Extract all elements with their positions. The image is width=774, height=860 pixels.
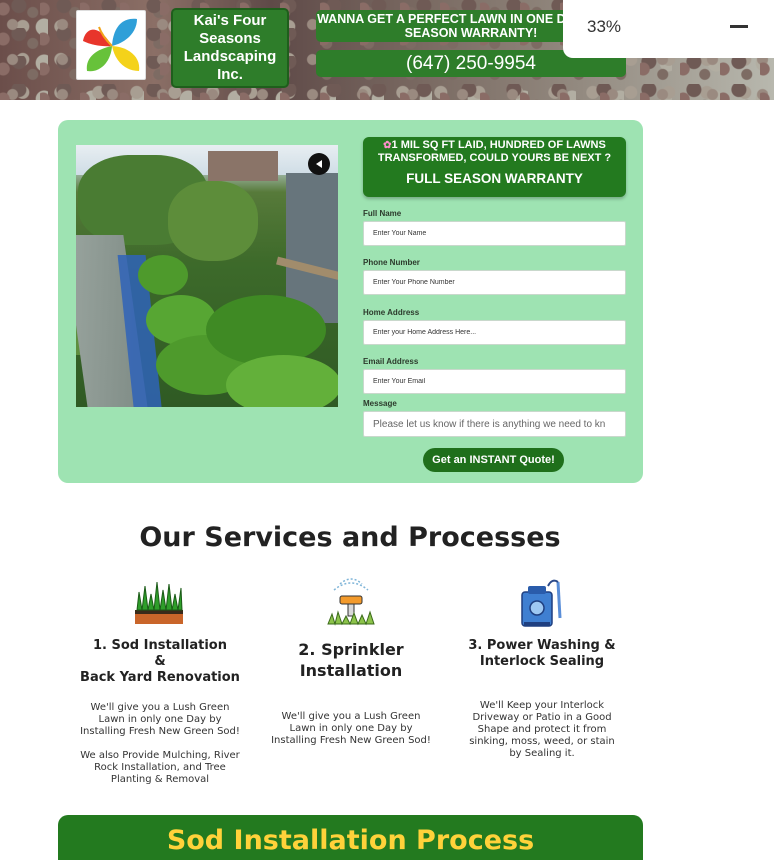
pinwheel-leaf-logo-icon xyxy=(83,18,140,72)
mute-icon[interactable] xyxy=(308,153,330,175)
service-description: We'll give you a Lush Green Lawn in only… xyxy=(271,711,431,746)
service-sod-installation: 1. Sod Installation & Back Yard Renovati… xyxy=(80,638,240,786)
service-power-washing: 3. Power Washing & Interlock Sealing We'… xyxy=(462,638,622,760)
form-heading: ✿1 MIL SQ FT LAID, HUNDRED OF LAWNS TRAN… xyxy=(363,137,626,197)
sod-grass-icon xyxy=(133,580,185,630)
service-description: We'll give you a Lush Green Lawn in only… xyxy=(80,702,240,785)
form-heading-line1: 1 MIL SQ FT LAID, HUNDRED OF LAWNS TRANS… xyxy=(377,139,612,164)
service-description: We'll Keep your Interlock Driveway or Pa… xyxy=(469,700,615,759)
full-name-input[interactable] xyxy=(363,221,626,246)
quote-form-card: ✿1 MIL SQ FT LAID, HUNDRED OF LAWNS TRAN… xyxy=(58,120,643,483)
minus-icon[interactable] xyxy=(730,16,750,36)
service-sprinkler-installation: 2. Sprinkler Installation We'll give you… xyxy=(270,639,432,747)
get-quote-button[interactable]: Get an INSTANT Quote! xyxy=(423,448,564,472)
process-heading: Sod Installation Process xyxy=(166,825,535,856)
home-address-input[interactable] xyxy=(363,320,626,345)
message-input[interactable] xyxy=(363,411,626,437)
company-name: Kai's Four Seasons Landscaping Inc. xyxy=(171,8,289,88)
progress-panel: 33% xyxy=(563,0,774,58)
promo-video[interactable] xyxy=(76,145,338,407)
site-header: Kai's Four Seasons Landscaping Inc. WANN… xyxy=(0,0,774,100)
progress-percentage: 33% xyxy=(587,17,622,36)
pressure-washer-icon xyxy=(518,578,566,632)
full-name-label: Full Name xyxy=(363,209,402,218)
flower-icon: ✿ xyxy=(383,140,392,151)
home-address-label: Home Address xyxy=(363,308,420,317)
email-address-label: Email Address xyxy=(363,357,419,366)
sprinkler-icon xyxy=(326,576,376,630)
service-title: 2. Sprinkler Installation xyxy=(298,640,404,680)
company-logo[interactable] xyxy=(76,10,146,80)
service-title: 1. Sod Installation & Back Yard Renovati… xyxy=(80,638,240,685)
phone-number-label: Phone Number xyxy=(363,258,420,267)
email-address-input[interactable] xyxy=(363,369,626,394)
services-heading: Our Services and Processes xyxy=(139,522,561,553)
message-label: Message xyxy=(363,399,397,408)
form-heading-line2: FULL SEASON WARRANTY xyxy=(406,171,583,186)
service-title: 3. Power Washing & Interlock Sealing xyxy=(468,638,616,669)
process-banner: Sod Installation Process xyxy=(58,815,643,860)
phone-number-input[interactable] xyxy=(363,270,626,295)
